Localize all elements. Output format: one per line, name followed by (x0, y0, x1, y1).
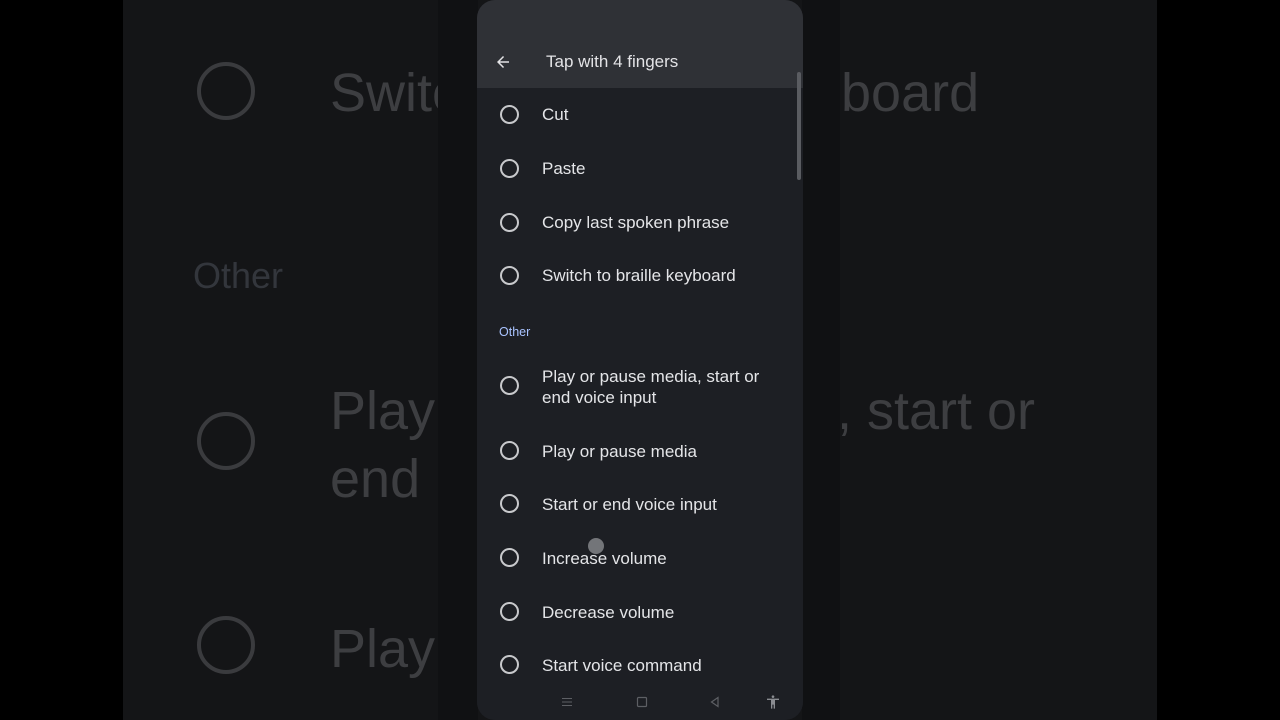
radio-button[interactable] (500, 213, 519, 232)
bg-radio-2 (197, 412, 255, 470)
option-voice-input[interactable]: Start or end voice input (477, 494, 803, 516)
option-play-pause-media[interactable]: Play or pause media (477, 441, 803, 463)
option-label: Start or end voice input (542, 495, 717, 514)
option-label: Increase volume (542, 549, 667, 568)
option-label: Copy last spoken phrase (542, 213, 730, 232)
radio-button[interactable] (500, 655, 519, 674)
option-cut[interactable]: Cut (477, 104, 803, 126)
bg-text-play1: Play (330, 381, 436, 441)
system-nav-bar (477, 684, 803, 720)
radio-button[interactable] (500, 376, 519, 395)
bg-text-start-or: , start or (837, 381, 1036, 441)
section-header-other: Other (499, 325, 531, 339)
triangle-back-icon (710, 696, 719, 708)
bg-radio-3 (197, 616, 255, 674)
nav-back-button[interactable] (703, 690, 727, 714)
menu-icon (562, 698, 572, 706)
option-paste[interactable]: Paste (477, 158, 803, 180)
square-home-icon (636, 696, 648, 708)
bg-shade-right (802, 0, 840, 720)
radio-button[interactable] (500, 602, 519, 621)
option-label: Paste (542, 159, 586, 178)
option-voice-command[interactable]: Start voice command (477, 655, 803, 677)
bg-text-end: end (330, 449, 421, 509)
option-increase-volume[interactable]: Increase volume (477, 548, 803, 570)
app-bar: Tap with 4 fingers (477, 0, 803, 88)
option-label: Switch to braille keyboard (542, 266, 736, 285)
radio-button[interactable] (500, 266, 519, 285)
option-copy-last-spoken[interactable]: Copy last spoken phrase (477, 212, 803, 234)
bg-text-play2: Play (330, 619, 436, 679)
arrow-left-icon (497, 56, 509, 68)
option-label: Start voice command (542, 656, 702, 675)
option-braille-keyboard[interactable]: Switch to braille keyboard (477, 265, 803, 287)
bg-text-board: board (841, 63, 980, 123)
option-decrease-volume[interactable]: Decrease volume (477, 602, 803, 624)
radio-button[interactable] (500, 105, 519, 124)
option-label: Play or pause media (542, 442, 697, 461)
accessibility-icon (767, 695, 779, 709)
bg-shade-left (438, 0, 478, 720)
option-label: Cut (542, 105, 569, 124)
nav-menu-button[interactable] (555, 690, 579, 714)
option-play-pause-voice[interactable]: Play or pause media, start or end voice … (477, 366, 803, 410)
page-title: Tap with 4 fingers (546, 52, 679, 71)
nav-accessibility-button[interactable] (761, 690, 785, 714)
nav-home-button[interactable] (630, 690, 654, 714)
back-button[interactable] (489, 48, 517, 76)
radio-button[interactable] (500, 159, 519, 178)
option-label: Decrease volume (542, 603, 675, 622)
radio-button[interactable] (500, 548, 519, 567)
bg-section-other: Other (193, 255, 284, 296)
radio-button[interactable] (500, 441, 519, 460)
touch-indicator (588, 538, 604, 554)
option-label: Play or pause media, start or end voice … (542, 367, 760, 407)
radio-button[interactable] (500, 494, 519, 513)
phone-screen: Tap with 4 fingers Cut Paste Copy last s… (477, 0, 803, 720)
bg-radio-1 (197, 62, 255, 120)
